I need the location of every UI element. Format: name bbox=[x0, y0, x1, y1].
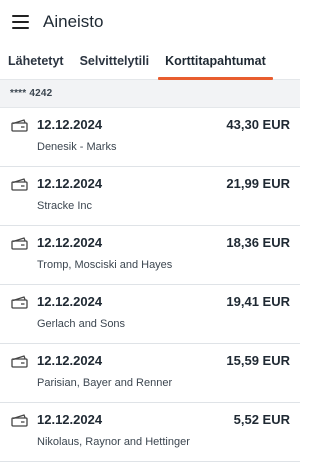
app-root: Aineisto Lähetetyt Selvittelytili Kortti… bbox=[0, 0, 300, 464]
transaction-date: 12.12.2024 bbox=[37, 412, 103, 427]
tab-lahetetyt[interactable]: Lähetetyt bbox=[8, 43, 64, 79]
transaction-merchant: Tromp, Mosciski and Hayes bbox=[37, 259, 173, 271]
transaction-row[interactable]: 12.12.2024 21,99 EUR Stracke Inc bbox=[0, 167, 300, 226]
transaction-merchant: Stracke Inc bbox=[37, 200, 93, 212]
transaction-row[interactable]: 12.12.2024 15,59 EUR Parisian, Bayer and… bbox=[0, 344, 300, 403]
transaction-date: 12.12.2024 bbox=[37, 235, 103, 250]
transaction-row[interactable]: 12.12.2024 18,36 EUR Tromp, Mosciski and… bbox=[0, 226, 300, 285]
transaction-date: 12.12.2024 bbox=[37, 353, 103, 368]
masked-card-number: **** 4242 bbox=[10, 88, 53, 99]
page-title: Aineisto bbox=[43, 12, 104, 31]
transaction-amount: 19,41 EUR bbox=[226, 294, 290, 309]
transaction-merchant: Denesik - Marks bbox=[37, 141, 117, 153]
card-transaction-icon bbox=[11, 178, 28, 191]
transaction-merchant: Gerlach and Sons bbox=[37, 318, 126, 330]
transaction-amount: 18,36 EUR bbox=[226, 235, 290, 250]
account-header: **** 4242 bbox=[0, 80, 300, 108]
card-transaction-icon bbox=[11, 355, 28, 368]
transaction-amount: 21,99 EUR bbox=[226, 176, 290, 191]
card-transaction-icon bbox=[11, 414, 28, 427]
hamburger-menu-icon[interactable] bbox=[12, 15, 29, 29]
transaction-date: 12.12.2024 bbox=[37, 117, 103, 132]
transaction-merchant: Nikolaus, Raynor and Hettinger bbox=[37, 436, 190, 448]
tab-selvittelytili[interactable]: Selvittelytili bbox=[80, 43, 149, 79]
transaction-row[interactable]: 12.12.2024 5,52 EUR Nikolaus, Raynor and… bbox=[0, 403, 300, 462]
top-bar: Aineisto bbox=[0, 0, 300, 44]
transaction-date: 12.12.2024 bbox=[37, 176, 103, 191]
card-transaction-icon bbox=[11, 119, 28, 132]
transaction-amount: 15,59 EUR bbox=[226, 353, 290, 368]
transaction-list: 12.12.2024 43,30 EUR Denesik - Marks 12.… bbox=[0, 108, 300, 462]
transaction-row[interactable]: 12.12.2024 19,41 EUR Gerlach and Sons bbox=[0, 285, 300, 344]
transaction-date: 12.12.2024 bbox=[37, 294, 103, 309]
transaction-row[interactable]: 12.12.2024 43,30 EUR Denesik - Marks bbox=[0, 108, 300, 167]
card-transaction-icon bbox=[11, 296, 28, 309]
transaction-amount: 5,52 EUR bbox=[233, 412, 290, 427]
tab-korttitapahtumat[interactable]: Korttitapahtumat bbox=[158, 43, 273, 80]
transaction-merchant: Parisian, Bayer and Renner bbox=[37, 377, 173, 389]
transaction-amount: 43,30 EUR bbox=[226, 117, 290, 132]
tab-bar: Lähetetyt Selvittelytili Korttitapahtuma… bbox=[0, 44, 300, 80]
card-transaction-icon bbox=[11, 237, 28, 250]
